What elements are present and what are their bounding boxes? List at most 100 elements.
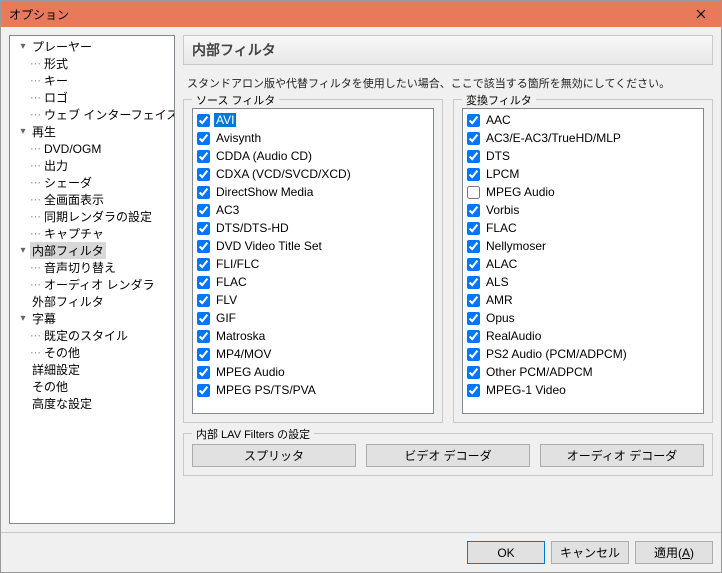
filter-checkbox[interactable] — [197, 132, 210, 145]
filter-item[interactable]: LPCM — [465, 165, 701, 183]
transform-filters-list[interactable]: AACAC3/E-AC3/TrueHD/MLPDTSLPCMMPEG Audio… — [462, 108, 704, 414]
tree-item[interactable]: その他 — [12, 378, 172, 395]
filter-item[interactable]: Vorbis — [465, 201, 701, 219]
filter-checkbox[interactable] — [197, 114, 210, 127]
filter-item[interactable]: Nellymoser — [465, 237, 701, 255]
filter-checkbox[interactable] — [467, 294, 480, 307]
tree-item[interactable]: ▾再生 — [12, 123, 172, 140]
filter-checkbox[interactable] — [467, 276, 480, 289]
filter-checkbox[interactable] — [467, 240, 480, 253]
filter-item[interactable]: Matroska — [195, 327, 431, 345]
filter-item[interactable]: GIF — [195, 309, 431, 327]
filter-item[interactable]: CDXA (VCD/SVCD/XCD) — [195, 165, 431, 183]
filter-item[interactable]: MPEG PS/TS/PVA — [195, 381, 431, 399]
filter-item[interactable]: FLI/FLC — [195, 255, 431, 273]
filter-checkbox[interactable] — [467, 132, 480, 145]
tree-item[interactable]: 高度な設定 — [12, 395, 172, 412]
filter-checkbox[interactable] — [467, 204, 480, 217]
tree-item[interactable]: ⋯形式 — [12, 55, 172, 72]
tree-item[interactable]: ▾プレーヤー — [12, 38, 172, 55]
expand-icon[interactable]: ▾ — [16, 41, 30, 52]
tree-item[interactable]: ⋯同期レンダラの設定 — [12, 208, 172, 225]
tree-item[interactable]: ⋯音声切り替え — [12, 259, 172, 276]
filter-checkbox[interactable] — [197, 294, 210, 307]
video-decoder-button[interactable]: ビデオ デコーダ — [366, 444, 530, 467]
tree-item[interactable]: ▾内部フィルタ — [12, 242, 172, 259]
filter-item[interactable]: FLAC — [465, 219, 701, 237]
tree-item[interactable]: ⋯出力 — [12, 157, 172, 174]
filter-checkbox[interactable] — [197, 204, 210, 217]
filter-item[interactable]: PS2 Audio (PCM/ADPCM) — [465, 345, 701, 363]
tree-item[interactable]: ⋯シェーダ — [12, 174, 172, 191]
filter-item[interactable]: Opus — [465, 309, 701, 327]
tree-item[interactable]: ⋯その他 — [12, 344, 172, 361]
tree-item[interactable]: ▾字幕 — [12, 310, 172, 327]
filter-item[interactable]: AC3 — [195, 201, 431, 219]
filter-item[interactable]: DTS — [465, 147, 701, 165]
filter-checkbox[interactable] — [197, 150, 210, 163]
expand-icon[interactable]: ▾ — [16, 245, 30, 256]
filter-item[interactable]: DVD Video Title Set — [195, 237, 431, 255]
filter-checkbox[interactable] — [197, 384, 210, 397]
audio-decoder-button[interactable]: オーディオ デコーダ — [540, 444, 704, 467]
tree-item[interactable]: ⋯DVD/OGM — [12, 140, 172, 157]
filter-checkbox[interactable] — [197, 276, 210, 289]
apply-button[interactable]: 適用(A) — [635, 541, 713, 564]
filter-item[interactable]: ALS — [465, 273, 701, 291]
source-filters-list[interactable]: AVIAvisynthCDDA (Audio CD)CDXA (VCD/SVCD… — [192, 108, 434, 414]
filter-checkbox[interactable] — [467, 348, 480, 361]
filter-item[interactable]: MP4/MOV — [195, 345, 431, 363]
filter-checkbox[interactable] — [467, 312, 480, 325]
filter-checkbox[interactable] — [197, 348, 210, 361]
filter-checkbox[interactable] — [467, 168, 480, 181]
close-button[interactable] — [681, 1, 721, 27]
filter-checkbox[interactable] — [467, 330, 480, 343]
tree-item[interactable]: 詳細設定 — [12, 361, 172, 378]
filter-item[interactable]: ALAC — [465, 255, 701, 273]
filter-item[interactable]: DirectShow Media — [195, 183, 431, 201]
tree-item[interactable]: ⋯既定のスタイル — [12, 327, 172, 344]
expand-icon[interactable]: ▾ — [16, 313, 30, 324]
filter-item[interactable]: Avisynth — [195, 129, 431, 147]
filter-checkbox[interactable] — [197, 240, 210, 253]
expand-icon[interactable] — [16, 398, 30, 409]
ok-button[interactable]: OK — [467, 541, 545, 564]
filter-item[interactable]: Other PCM/ADPCM — [465, 363, 701, 381]
filter-checkbox[interactable] — [467, 258, 480, 271]
filter-checkbox[interactable] — [197, 330, 210, 343]
filter-checkbox[interactable] — [197, 312, 210, 325]
tree-item[interactable]: ⋯ウェブ インターフェイス — [12, 106, 172, 123]
filter-checkbox[interactable] — [197, 168, 210, 181]
filter-checkbox[interactable] — [467, 366, 480, 379]
tree-item[interactable]: 外部フィルタ — [12, 293, 172, 310]
filter-item[interactable]: AC3/E-AC3/TrueHD/MLP — [465, 129, 701, 147]
tree-item[interactable]: ⋯キャプチャ — [12, 225, 172, 242]
filter-checkbox[interactable] — [467, 150, 480, 163]
expand-icon[interactable] — [16, 381, 30, 392]
filter-item[interactable]: CDDA (Audio CD) — [195, 147, 431, 165]
filter-checkbox[interactable] — [467, 384, 480, 397]
filter-checkbox[interactable] — [197, 222, 210, 235]
filter-item[interactable]: MPEG Audio — [195, 363, 431, 381]
filter-item[interactable]: AMR — [465, 291, 701, 309]
tree-item[interactable]: ⋯全画面表示 — [12, 191, 172, 208]
filter-checkbox[interactable] — [467, 222, 480, 235]
filter-checkbox[interactable] — [467, 114, 480, 127]
category-tree[interactable]: ▾プレーヤー⋯形式⋯キー⋯ロゴ⋯ウェブ インターフェイス▾再生⋯DVD/OGM⋯… — [9, 35, 175, 524]
filter-item[interactable]: FLAC — [195, 273, 431, 291]
filter-checkbox[interactable] — [197, 258, 210, 271]
filter-item[interactable]: FLV — [195, 291, 431, 309]
filter-item[interactable]: MPEG Audio — [465, 183, 701, 201]
filter-checkbox[interactable] — [197, 186, 210, 199]
expand-icon[interactable]: ▾ — [16, 126, 30, 137]
cancel-button[interactable]: キャンセル — [551, 541, 629, 564]
filter-checkbox[interactable] — [467, 186, 480, 199]
tree-item[interactable]: ⋯オーディオ レンダラ — [12, 276, 172, 293]
expand-icon[interactable] — [16, 296, 30, 307]
expand-icon[interactable] — [16, 364, 30, 375]
filter-item[interactable]: MPEG-1 Video — [465, 381, 701, 399]
filter-checkbox[interactable] — [197, 366, 210, 379]
filter-item[interactable]: DTS/DTS-HD — [195, 219, 431, 237]
tree-item[interactable]: ⋯キー — [12, 72, 172, 89]
filter-item[interactable]: AAC — [465, 111, 701, 129]
